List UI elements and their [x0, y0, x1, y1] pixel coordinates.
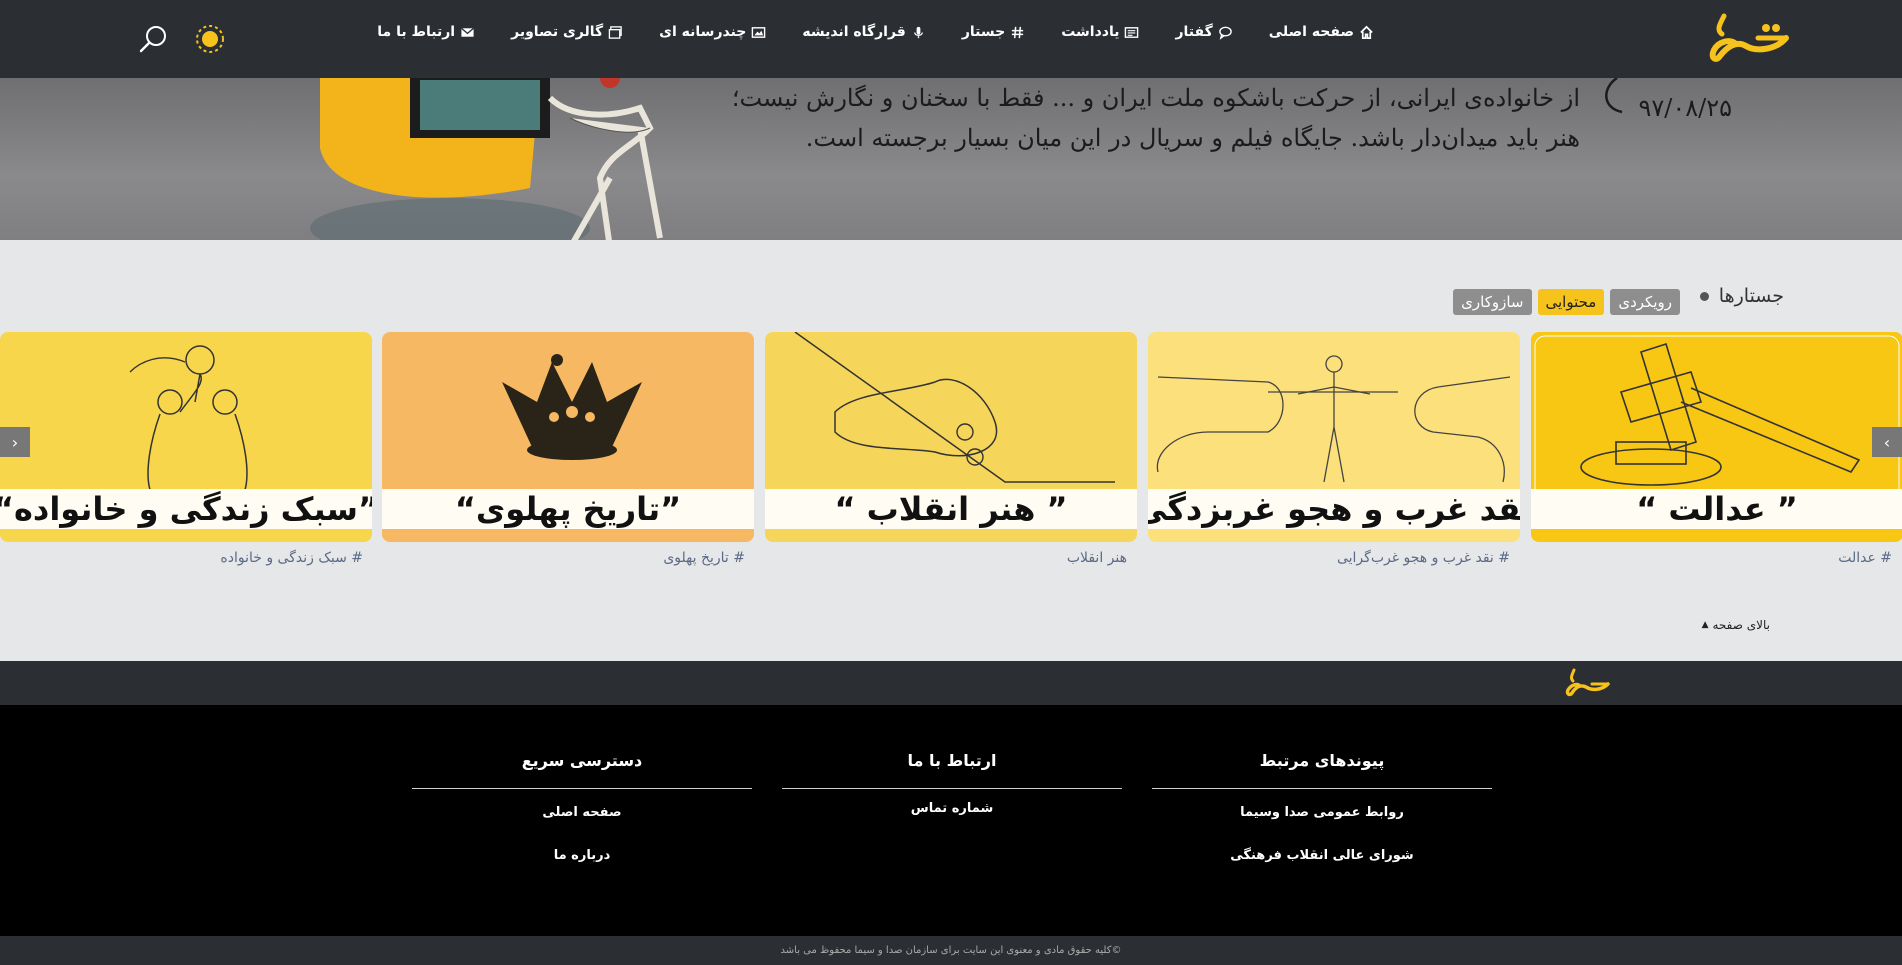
nav-item-label: جستار: [961, 24, 1006, 40]
nav-item-notes[interactable]: یادداشت: [1061, 24, 1139, 40]
footer-link-cultural-council[interactable]: شورای عالی انقلاب فرهنگی: [1152, 848, 1492, 863]
search-icon[interactable]: [139, 24, 169, 54]
footer-col-title: ارتباط با ما: [907, 751, 997, 770]
divider: [412, 788, 752, 789]
chip-approach[interactable]: رویکردی: [1610, 289, 1680, 315]
footer-col-quick-access: دسترسی سریع صفحه اصلی درباره ما: [412, 751, 752, 863]
copyright-text: ©کلیه حقوق مادی و معنوی این سایت برای سا…: [0, 936, 1902, 965]
nav-item-label: ارتباط با ما: [377, 24, 456, 40]
gallery-icon: [608, 25, 622, 39]
bullet-icon: [1699, 291, 1709, 301]
footer-link-about[interactable]: درباره ما: [412, 848, 752, 863]
divider: [782, 788, 1122, 789]
essay-carousel: ” عدالت “ ” نقد غرب و هجو غربزدگی “ ” هن…: [0, 332, 1902, 572]
pen-hand-illustration: [794, 332, 1115, 483]
back-to-top-link[interactable]: بالای صفحه ▲: [1702, 618, 1770, 632]
chevron-right-icon: ›: [1883, 432, 1891, 452]
chevron-up-icon: ▲: [1701, 620, 1709, 630]
footer-logo[interactable]: [1564, 666, 1612, 700]
newspaper-icon: [1125, 26, 1139, 38]
card-title: ” هنر انقلاب “: [765, 489, 1137, 529]
chip-mechanism[interactable]: سازوکاری: [1453, 289, 1532, 315]
hero-illustration: [310, 78, 663, 240]
chat-icon: [1218, 26, 1232, 40]
nav-item-label: یادداشت: [1061, 24, 1120, 40]
crown-illustration: [502, 354, 642, 460]
nav-item-speech[interactable]: گفتار: [1175, 24, 1232, 40]
card-tag-pahlavi-history[interactable]: # تاریخ پهلوی: [663, 550, 745, 566]
section-title-label: جستارها: [1718, 285, 1784, 307]
theme-toggle-sun-icon[interactable]: [194, 23, 226, 55]
nav-item-contact[interactable]: ارتباط با ما: [377, 24, 475, 40]
hero-quote-line-2: هنر باید میدان‌دار باشد. جایگاه فیلم و س…: [805, 124, 1580, 152]
envelope-icon: [461, 27, 475, 37]
section-title: جستارها: [1699, 285, 1784, 307]
category-chips: رویکردی محتوایی سازوکاری: [1453, 289, 1680, 315]
top-navbar: صفحه اصلی گفتار یادداشت جستار قرارگاه ان…: [0, 0, 1902, 78]
card-revolution-art[interactable]: ” هنر انقلاب “: [765, 332, 1137, 542]
nav-item-label: صفحه اصلی: [1268, 24, 1354, 40]
divider: [1152, 788, 1492, 789]
card-justice[interactable]: ” عدالت “: [1531, 332, 1902, 542]
hero-banner: از خانواده‌ی ایرانی، از حرکت باشکوه ملت …: [0, 78, 1902, 240]
footer-link-phone[interactable]: شماره تماس: [782, 801, 1122, 816]
gavel-illustration: [1534, 335, 1900, 492]
nav-item-multimedia[interactable]: چندرسانه ای: [659, 24, 766, 40]
card-west-critique[interactable]: ” نقد غرب و هجو غربزدگی “: [1148, 332, 1520, 542]
tug-of-war-illustration: [1156, 355, 1511, 483]
chip-content[interactable]: محتوایی: [1537, 289, 1605, 315]
footer-logo-bar: [0, 661, 1902, 705]
card-tag-lifestyle-family[interactable]: # سبک زندگی و خانواده: [220, 550, 363, 566]
chevron-left-icon: ‹: [11, 432, 19, 452]
card-title: ” نقد غرب و هجو غربزدگی “: [1148, 489, 1520, 529]
back-to-top-label: بالای صفحه: [1712, 618, 1771, 632]
nav-item-home[interactable]: صفحه اصلی: [1269, 24, 1374, 40]
site-logo[interactable]: [1706, 8, 1792, 68]
card-tag-justice[interactable]: # عدالت: [1838, 550, 1892, 566]
media-icon: [752, 26, 766, 38]
card-title: ” عدالت “: [1531, 489, 1902, 529]
nav-item-essay[interactable]: جستار: [962, 24, 1025, 40]
nav-item-label: چندرسانه ای: [659, 24, 747, 40]
card-pahlavi-history[interactable]: ”تاریخ پهلوی“: [382, 332, 754, 542]
hero-quote-line-1: از خانواده‌ی ایرانی، از حرکت باشکوه ملت …: [731, 84, 1580, 112]
footer-link-home[interactable]: صفحه اصلی: [412, 805, 752, 820]
footer-col-title: پیوندهای مرتبط: [1259, 751, 1385, 770]
footer-link-irib-pr[interactable]: روابط عمومی صدا وسیما: [1152, 805, 1492, 820]
carousel-next-button[interactable]: ›: [1872, 427, 1902, 457]
card-title: ”تاریخ پهلوی“: [382, 489, 754, 529]
card-tag-revolution-art[interactable]: هنر انقلاب: [1067, 550, 1127, 566]
hashtag-icon: [1012, 26, 1024, 38]
footer-col-title: دسترسی سریع: [521, 751, 643, 770]
main-menu: صفحه اصلی گفتار یادداشت جستار قرارگاه ان…: [377, 24, 1374, 40]
nav-item-think-tank[interactable]: قرارگاه اندیشه: [802, 24, 925, 40]
nav-item-label: قرارگاه اندیشه: [802, 24, 906, 40]
card-tag-west-critique[interactable]: # نقد غرب و هجو غرب‌گرایی: [1337, 550, 1510, 566]
nav-item-gallery[interactable]: گالری تصاویر: [511, 24, 623, 40]
carousel-prev-button[interactable]: ‹: [0, 427, 30, 457]
footer-col-contact: ارتباط با ما شماره تماس: [782, 751, 1122, 816]
card-lifestyle-family[interactable]: ”سبک زندگی و خانواده“: [0, 332, 372, 542]
family-illustration: [129, 345, 248, 491]
nav-item-label: گفتار: [1175, 24, 1213, 40]
home-icon: [1360, 25, 1373, 39]
footer: پیوندهای مرتبط روابط عمومی صدا وسیما شور…: [0, 705, 1902, 936]
card-title: ”سبک زندگی و خانواده“: [0, 489, 372, 529]
microphone-icon: [913, 26, 923, 38]
footer-col-related-links: پیوندهای مرتبط روابط عمومی صدا وسیما شور…: [1152, 751, 1492, 863]
hero-date: ۹۷/۰۸/۲۵: [1638, 94, 1732, 122]
nav-item-label: گالری تصاویر: [511, 24, 604, 40]
hero-quote: از خانواده‌ی ایرانی، از حرکت باشکوه ملت …: [680, 78, 1580, 158]
